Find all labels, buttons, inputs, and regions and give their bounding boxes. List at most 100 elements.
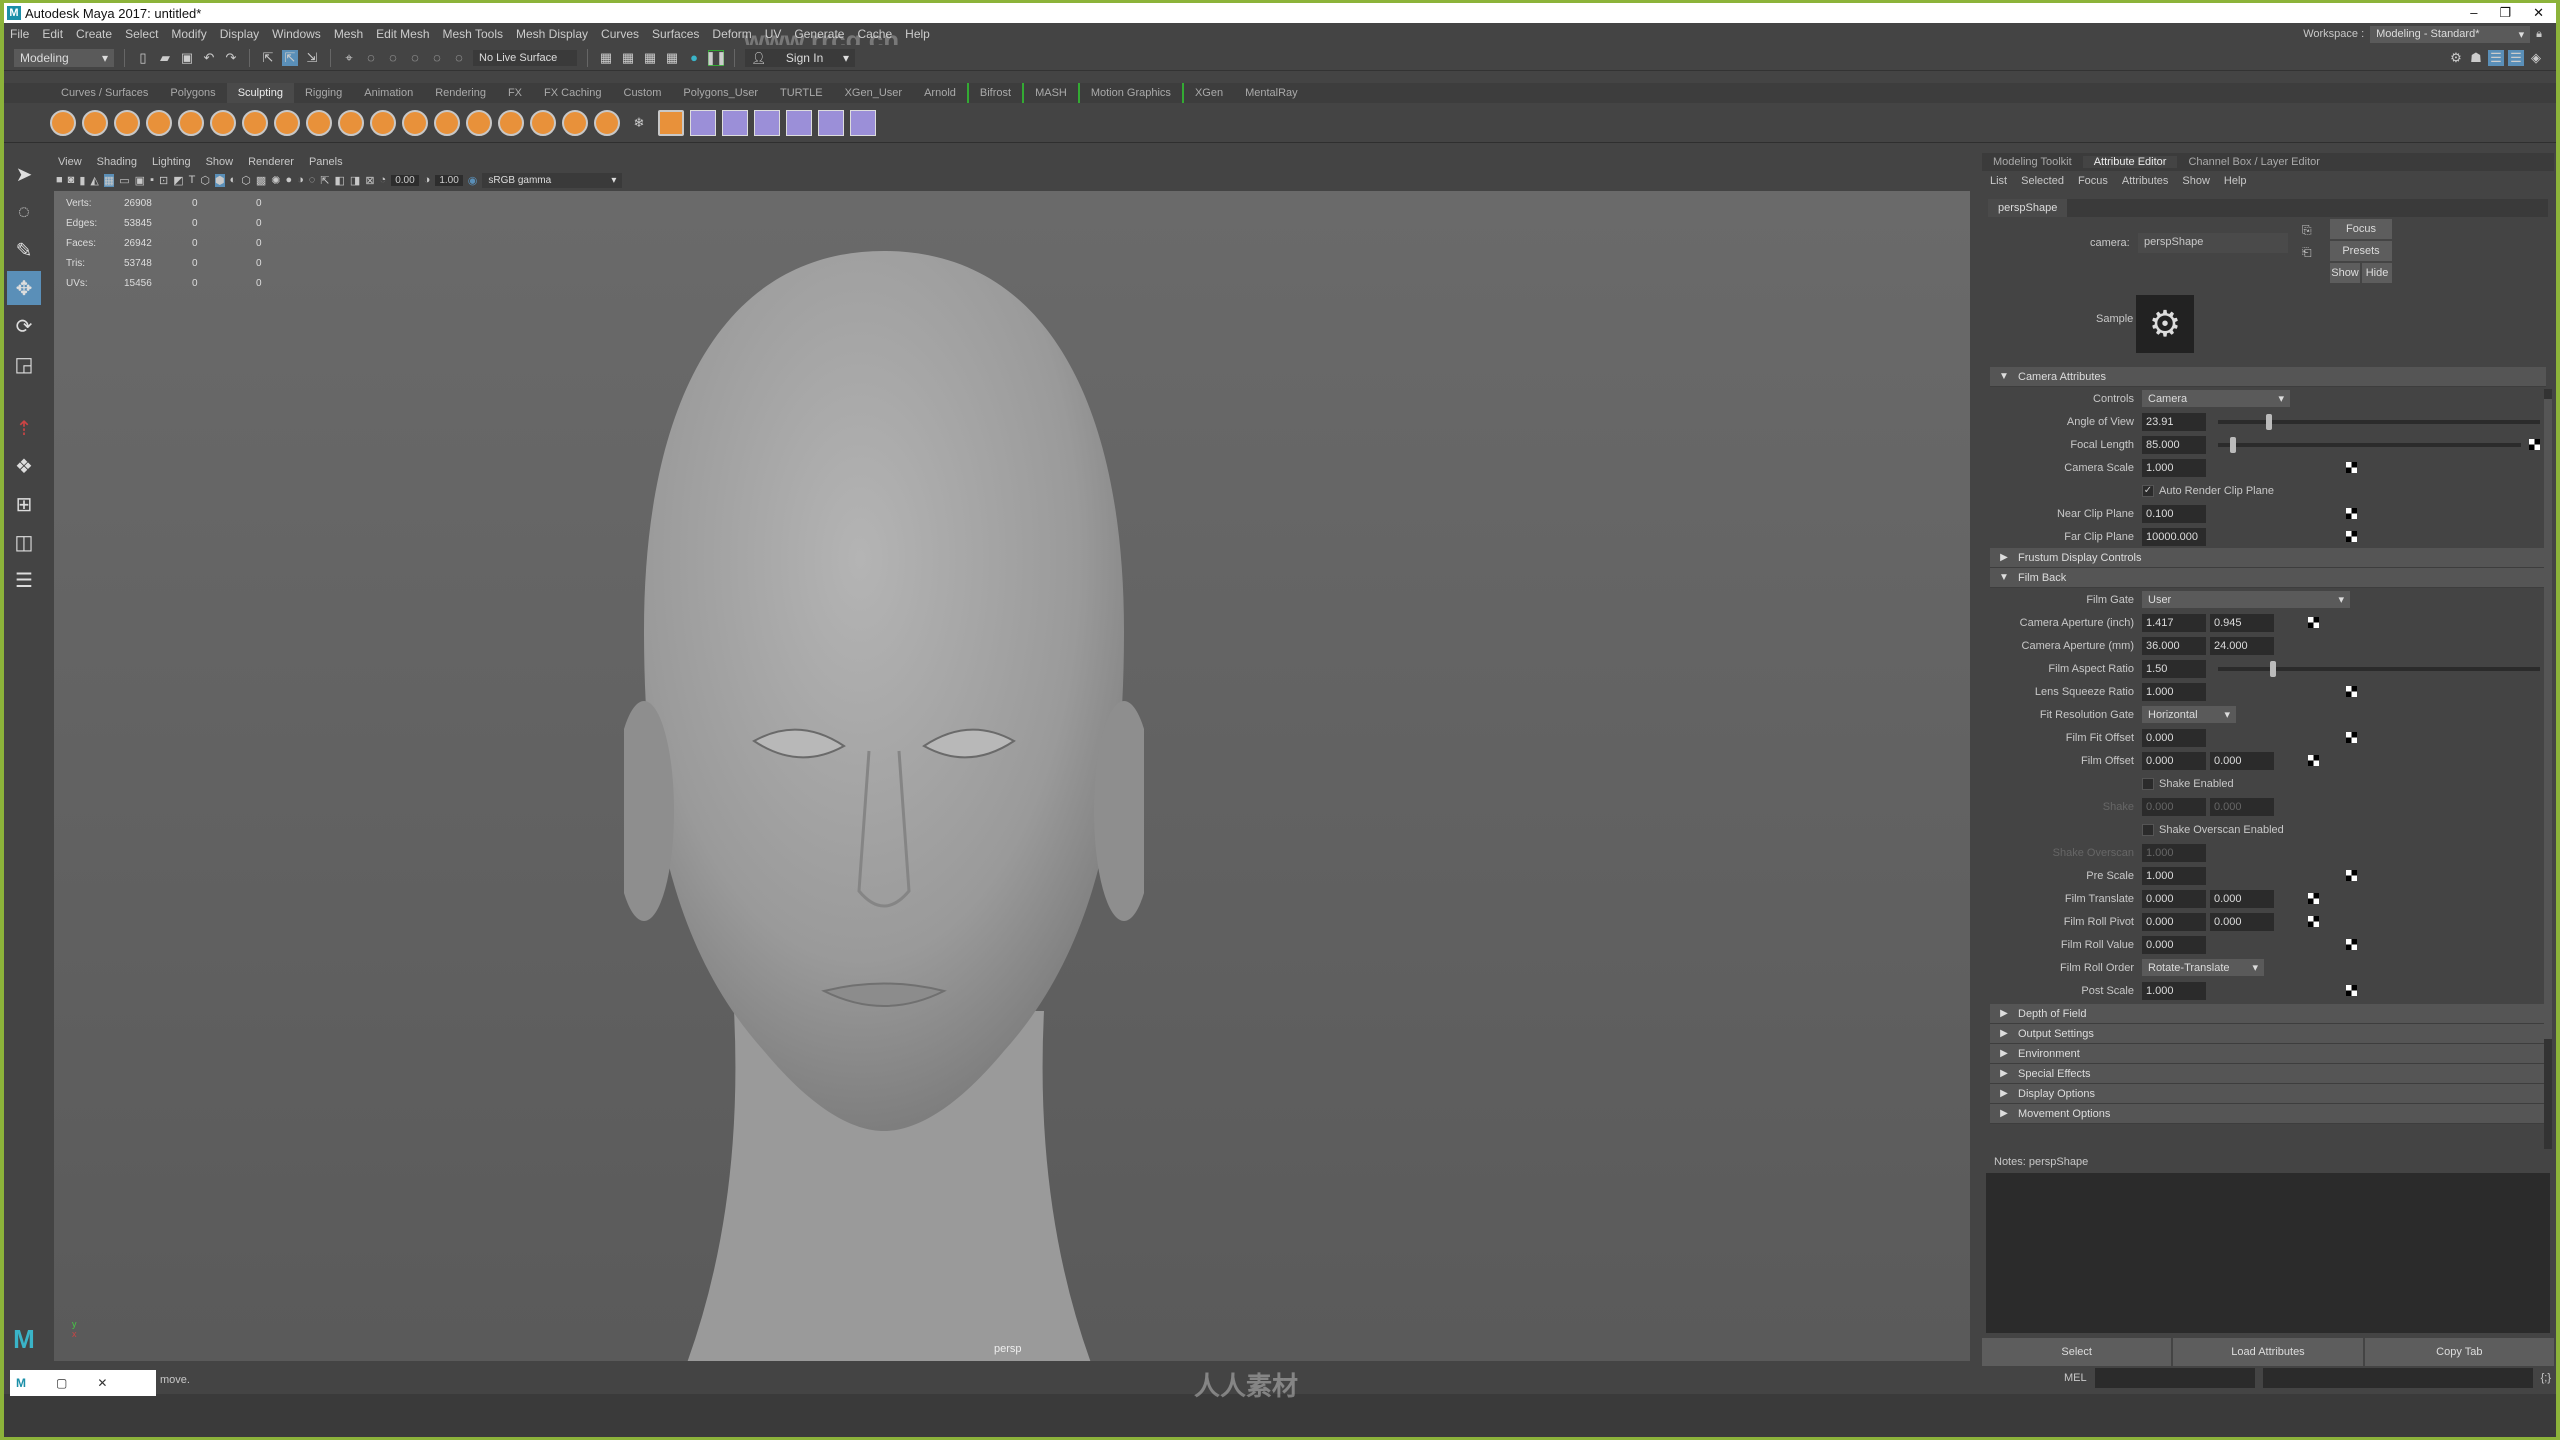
film-roll-order-dropdown[interactable]: Rotate-Translate ▾ (2142, 959, 2264, 976)
restore-icon[interactable]: ▢ (56, 1376, 67, 1390)
film-translate-x-field[interactable]: 0.000 (2142, 889, 2206, 908)
xray-active-icon[interactable]: ◨ (350, 174, 360, 187)
panel-menu-show[interactable]: Show (206, 156, 234, 168)
safe-action-icon[interactable]: ◩ (173, 174, 183, 187)
shelf-tab[interactable]: Polygons_User (672, 83, 769, 103)
scrape-tool-icon[interactable] (402, 109, 428, 136)
shelf-tab[interactable]: Animation (353, 83, 424, 103)
section-frustum-display[interactable]: ▶ Frustum Display Controls (1990, 548, 2546, 568)
menu-surfaces[interactable]: Surfaces (652, 27, 699, 41)
snap-surface-icon[interactable]: ◌ (429, 50, 445, 66)
map-button-icon[interactable] (2529, 439, 2540, 450)
menu-edit-mesh[interactable]: Edit Mesh (376, 27, 429, 41)
section-depth-of-field[interactable]: ▶ Depth of Field (1990, 1004, 2546, 1024)
gamma-field[interactable]: 1.00 (435, 174, 463, 186)
fill-tool-icon[interactable] (434, 109, 460, 136)
ae-menu-focus[interactable]: Focus (2078, 175, 2108, 187)
wax-tool-icon[interactable] (370, 109, 396, 136)
snap-curve-icon[interactable]: ◌ (363, 50, 379, 66)
auto-render-clip-checkbox[interactable]: ✓ (2142, 484, 2154, 497)
film-translate-y-field[interactable]: 0.000 (2210, 889, 2274, 908)
spray-tool-icon[interactable] (274, 109, 300, 136)
shelf-tab[interactable]: MentalRay (1234, 83, 1309, 103)
camera-scale-field[interactable]: 1.000 (2142, 458, 2206, 477)
scale-tool-icon[interactable]: ◲ (7, 347, 41, 381)
focal-length-field[interactable]: 85.000 (2142, 435, 2206, 454)
controls-dropdown[interactable]: Camera ▾ (2142, 390, 2290, 407)
focus-button[interactable]: Focus (2330, 219, 2392, 239)
film-fit-offset-field[interactable]: 0.000 (2142, 728, 2206, 747)
copy-tab-button[interactable]: Copy Tab (2364, 1338, 2554, 1366)
roll-pivot-x-field[interactable]: 0.000 (2142, 912, 2206, 931)
smear-tool-icon[interactable] (498, 109, 524, 136)
paint-select-tool-icon[interactable]: ✎ (7, 233, 41, 267)
menu-select[interactable]: Select (125, 27, 158, 41)
motion-graphics-icon[interactable] (850, 109, 876, 136)
rotate-tool-icon[interactable]: ⟳ (7, 309, 41, 343)
ipr-render-icon[interactable]: ▦ (642, 50, 658, 66)
tab-modeling-toolkit[interactable]: Modeling Toolkit (1982, 156, 2083, 168)
show-button[interactable]: Show (2330, 263, 2360, 283)
shake-overscan-enabled-checkbox[interactable] (2142, 823, 2154, 836)
two-view-layout-icon[interactable]: ◫ (7, 525, 41, 559)
select-object-icon[interactable]: ⇱ (282, 49, 298, 66)
map-button-icon[interactable] (2308, 893, 2319, 904)
menu-modify[interactable]: Modify (171, 27, 206, 41)
shelf-tab[interactable]: Arnold (913, 83, 967, 103)
render-view-icon[interactable]: ▦ (664, 50, 680, 66)
roll-pivot-y-field[interactable]: 0.000 (2210, 912, 2274, 931)
snap-live-icon[interactable]: ◌ (451, 50, 467, 66)
shelf-tab[interactable]: TURTLE (769, 83, 834, 103)
hide-button[interactable]: Hide (2362, 263, 2392, 283)
layer-editor-icon[interactable]: ◈ (2528, 50, 2544, 66)
angle-of-view-slider[interactable] (2218, 413, 2540, 430)
close-button[interactable]: ✕ (2533, 5, 2544, 21)
hud-icon[interactable]: ⊠ (365, 174, 374, 187)
minimize-button[interactable]: – (2470, 5, 2477, 21)
map-button-icon[interactable] (2346, 985, 2357, 996)
map-button-icon[interactable] (2308, 617, 2319, 628)
convert-to-frozen-icon[interactable]: ❄ (626, 110, 652, 136)
section-film-back[interactable]: ▼ Film Back (1990, 568, 2546, 588)
panel-menu-lighting[interactable]: Lighting (152, 156, 191, 168)
character-icon[interactable] (722, 109, 748, 136)
map-button-icon[interactable] (2308, 755, 2319, 766)
default-material-icon[interactable]: ◐ (230, 174, 237, 186)
bulge-tool-icon[interactable] (530, 109, 556, 136)
mash-repro-icon[interactable] (818, 109, 844, 136)
input-connections-icon[interactable]: ⎘ (2302, 223, 2312, 238)
single-perspective-layout-icon[interactable]: ❖ (7, 449, 41, 483)
xray-joints-icon[interactable]: ◧ (335, 174, 345, 187)
shelf-tab[interactable]: Rigging (294, 83, 353, 103)
aperture-inch-y-field[interactable]: 0.945 (2210, 613, 2274, 632)
film-aspect-slider[interactable] (2218, 660, 2540, 677)
snap-point-icon[interactable]: ◌ (385, 50, 401, 66)
pre-scale-field[interactable]: 1.000 (2142, 866, 2206, 885)
imprint-tool-icon[interactable] (338, 109, 364, 136)
amplify-tool-icon[interactable] (562, 109, 588, 136)
isolate-select-icon[interactable]: ⇱ (320, 174, 329, 187)
channel-box-toggle-icon[interactable]: ☰ (2508, 49, 2524, 66)
xray-icon[interactable]: ▩ (256, 174, 266, 187)
open-scene-icon[interactable]: ▰ (157, 50, 173, 66)
scrollbar-thumb[interactable] (2544, 399, 2552, 1039)
repeat-tool-icon[interactable] (306, 109, 332, 136)
freeze-tool-icon[interactable] (594, 109, 620, 136)
shelf-tab[interactable]: FX (497, 83, 533, 103)
tab-attribute-editor[interactable]: Attribute Editor (2082, 156, 2178, 168)
taskbar-thumbnail[interactable]: M ▢ ✕ (10, 1370, 156, 1396)
ae-menu-help[interactable]: Help (2224, 175, 2247, 187)
menu-file[interactable]: File (10, 27, 29, 41)
shelf-tab[interactable]: Custom (613, 83, 673, 103)
attribute-editor-toggle-icon[interactable]: ☰ (2488, 49, 2504, 66)
shelf-tab[interactable]: Bifrost (966, 83, 1022, 103)
aperture-mm-x-field[interactable]: 36.000 (2142, 636, 2206, 655)
map-button-icon[interactable] (2308, 916, 2319, 927)
relax-tool-icon[interactable] (114, 109, 140, 136)
script-editor-icon[interactable]: {;} (2541, 1372, 2551, 1384)
roll-value-field[interactable]: 0.000 (2142, 935, 2206, 954)
menu-windows[interactable]: Windows (272, 27, 321, 41)
map-button-icon[interactable] (2346, 939, 2357, 950)
node-tab-perspshape[interactable]: perspShape (1988, 199, 2068, 217)
mel-label[interactable]: MEL (2064, 1372, 2087, 1384)
